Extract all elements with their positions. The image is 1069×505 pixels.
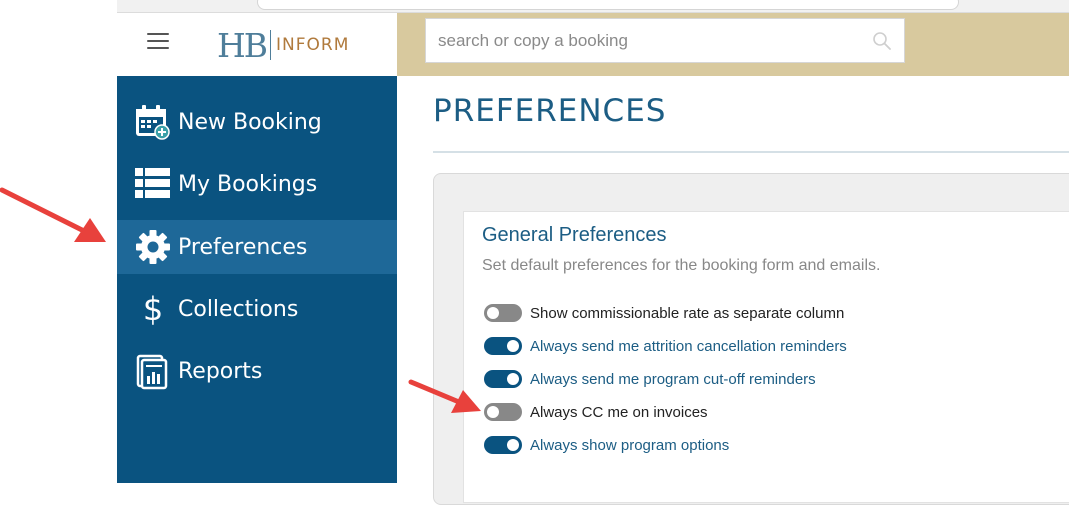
pref-label: Always send me program cut-off reminders [530, 370, 816, 388]
browser-top-strip [117, 0, 1069, 13]
pref-label: Always send me attrition cancellation re… [530, 337, 847, 355]
pref-label: Always CC me on invoices [530, 403, 708, 421]
svg-text:$: $ [143, 290, 163, 328]
sidebar-item-new-booking[interactable]: New Booking [117, 95, 397, 149]
browser-address-bar-edge [257, 0, 959, 10]
search-input[interactable] [426, 19, 870, 62]
pref-label: Show commissionable rate as separate col… [530, 304, 845, 322]
toggle-knob [507, 373, 519, 385]
pref-row-cutoff-reminders[interactable]: Always send me program cut-off reminders [484, 366, 816, 392]
pref-row-attrition-reminders[interactable]: Always send me attrition cancellation re… [484, 333, 847, 359]
pref-row-cc-invoices[interactable]: Always CC me on invoices [484, 399, 708, 425]
hamburger-menu-icon[interactable] [147, 33, 169, 51]
sidebar-item-my-bookings[interactable]: My Bookings [117, 157, 397, 211]
sidebar-item-label: My Bookings [178, 171, 318, 197]
sidebar-item-reports[interactable]: Reports [117, 344, 397, 398]
toggle-knob [487, 406, 499, 418]
page-title: PREFERENCES [433, 93, 667, 129]
logo-divider [270, 30, 272, 60]
dollar-icon: $ [134, 290, 172, 328]
app-header-brand: HB INFORM [117, 13, 397, 76]
report-icon [134, 352, 172, 390]
search-box [425, 18, 905, 63]
sidebar-item-label: Reports [178, 358, 263, 384]
annotation-arrow-icon [408, 379, 481, 413]
toggle-knob [507, 439, 519, 451]
pref-label: Always show program options [530, 436, 730, 454]
toggle-switch[interactable] [484, 337, 522, 355]
pref-row-commissionable-rate[interactable]: Show commissionable rate as separate col… [484, 300, 844, 326]
search-icon[interactable] [872, 31, 892, 51]
sidebar-item-label: New Booking [178, 109, 322, 135]
toggle-switch[interactable] [484, 304, 522, 322]
card-subtitle: Set default preferences for the booking … [482, 257, 881, 274]
list-icon [134, 165, 172, 203]
title-divider [433, 151, 1069, 153]
card-title: General Preferences [482, 224, 667, 246]
calendar-plus-icon [134, 103, 172, 141]
sidebar-item-label: Collections [178, 296, 299, 322]
toggle-switch[interactable] [484, 403, 522, 421]
logo-word: INFORM [276, 35, 350, 55]
sidebar-item-collections[interactable]: $ Collections [117, 282, 397, 336]
pref-row-program-options[interactable]: Always show program options [484, 432, 729, 458]
sidebar-item-preferences[interactable]: Preferences [117, 220, 397, 274]
general-preferences-card: General Preferences Set default preferen… [463, 211, 1069, 503]
toggle-knob [507, 340, 519, 352]
toggle-knob [487, 307, 499, 319]
toggle-switch[interactable] [484, 370, 522, 388]
gear-icon [134, 228, 172, 266]
app-header-search-band [397, 13, 1069, 76]
hb-inform-logo[interactable]: HB INFORM [217, 25, 350, 65]
sidebar-item-label: Preferences [178, 234, 308, 260]
sidebar: New Booking My Bookings Preferences $ Co… [117, 76, 397, 483]
logo-mark: HB [217, 25, 268, 65]
annotation-arrow-icon [0, 187, 106, 242]
toggle-switch[interactable] [484, 436, 522, 454]
